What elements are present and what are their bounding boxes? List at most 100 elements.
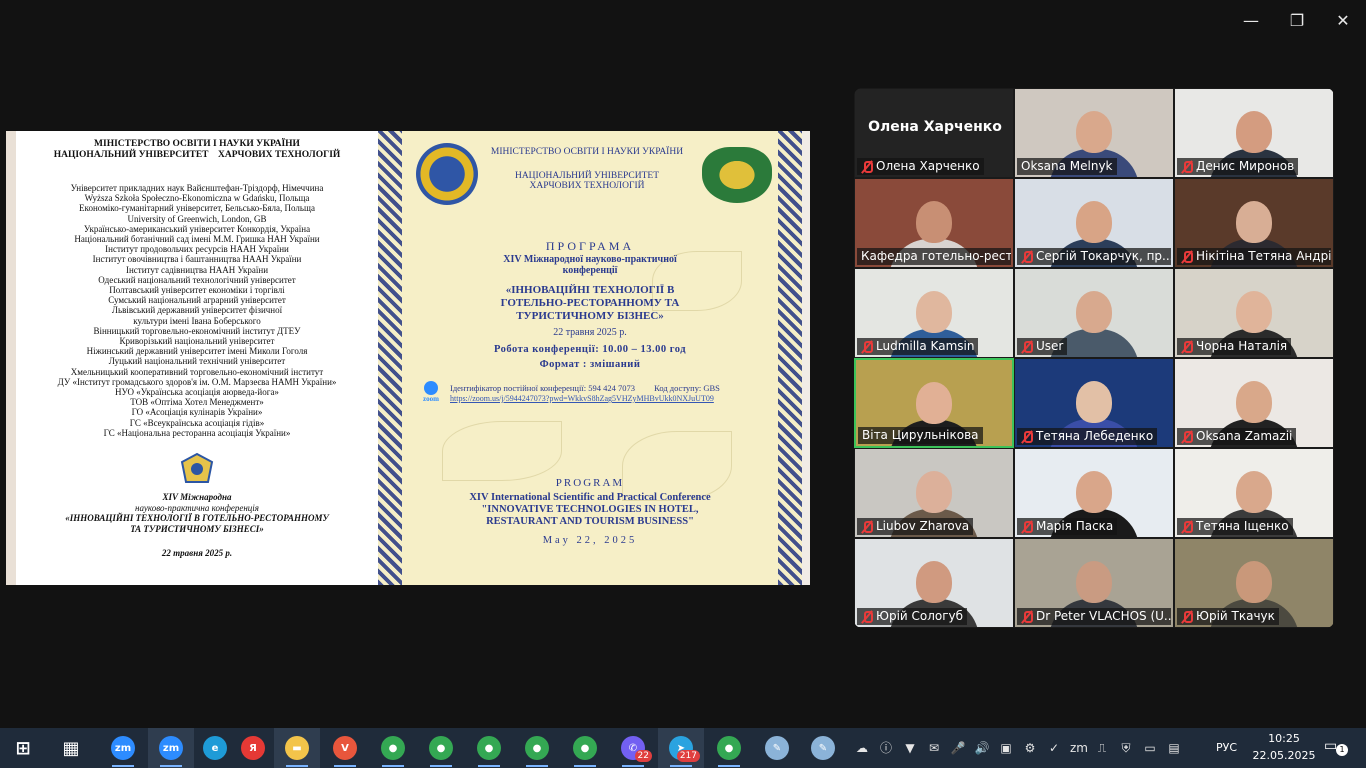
partner-item: Національний ботанічний сад імені М.М. Г…	[74, 234, 320, 245]
taskbar-chrome-4-icon[interactable]: ●	[514, 728, 560, 768]
taskbar-yandex-icon[interactable]: Я	[230, 728, 276, 768]
taskbar-chrome-6-icon[interactable]: ●	[706, 728, 752, 768]
partner-item: Економіко-гуманітарний університет, Бель…	[79, 203, 315, 214]
tray-icon[interactable]: ⓘ	[878, 740, 894, 756]
taskbar-paint-1-icon[interactable]: ✎	[754, 728, 800, 768]
notification-center-icon[interactable]: ▭ 1	[1324, 738, 1348, 758]
taskbar-telegram-icon[interactable]: ➤ 217	[658, 728, 704, 768]
right-ministry: МІНІСТЕРСТВО ОСВІТИ І НАУКИ УКРАЇНИ	[490, 147, 684, 157]
shared-screen: МІНІСТЕРСТВО ОСВІТИ І НАУКИ УКРАЇНИ НАЦІ…	[6, 131, 810, 585]
taskbar-chrome-1-icon[interactable]: ●	[370, 728, 416, 768]
zoom-logo-label: zoom	[423, 395, 439, 403]
tray-icon[interactable]: ⚙	[1022, 740, 1038, 756]
tray-icon[interactable]: ▣	[998, 740, 1014, 756]
participant-tile[interactable]: User	[1014, 268, 1174, 358]
program-en-date: May 22, 2025	[542, 535, 638, 546]
participant-name: Віта Цирульнікова	[862, 428, 979, 442]
tray-icon[interactable]: ▭	[1142, 740, 1158, 756]
restore-button[interactable]: ❐	[1274, 0, 1320, 40]
taskbar-zoom-2-icon[interactable]: zm	[148, 728, 194, 768]
participant-tile[interactable]: Oksana Melnyk	[1014, 88, 1174, 178]
participant-name: Dr Peter VLACHOS (U...	[1036, 609, 1171, 623]
participant-tile[interactable]: Олена Харченко Олена Харченко	[854, 88, 1014, 178]
tray-icon[interactable]: ✉	[926, 740, 942, 756]
taskbar-paint-1-glyph: ✎	[765, 736, 789, 760]
participant-tile[interactable]: Кафедра готельно-рест...	[854, 178, 1014, 268]
participant-tile[interactable]: Dr Peter VLACHOS (U...	[1014, 538, 1174, 628]
participant-head	[916, 561, 952, 603]
partner-item: ГС «Всеукраїнська асоціація гідів»	[129, 417, 265, 428]
taskbar-task-view-icon[interactable]: ▦	[48, 728, 94, 768]
participant-name: Марія Паска	[1036, 519, 1114, 533]
clock-time[interactable]: 10:25	[1252, 732, 1316, 745]
left-conf-name-1: «ІННОВАЦІЙНІ ТЕХНОЛОГІЇ В ГОТЕЛЬНО-РЕСТО…	[65, 513, 329, 524]
taskbar-start-glyph: ⊞	[15, 737, 31, 759]
participant-tile[interactable]: Денис Миронов	[1174, 88, 1334, 178]
mic-muted-icon	[861, 160, 873, 174]
participant-name-bar: Ludmilla Kamsin	[857, 338, 979, 355]
mic-muted-icon	[1021, 430, 1033, 444]
partner-item: НУО «Українська асоціація аюрведа-йога»	[115, 387, 279, 398]
partner-item: Сумський національний аграрний університ…	[108, 295, 286, 306]
left-date: 22 травня 2025 р.	[161, 548, 233, 559]
mic-muted-icon	[861, 610, 873, 624]
participant-head	[1076, 561, 1112, 603]
participant-tile[interactable]: Тетяна Лебеденко	[1014, 358, 1174, 448]
tray-icon[interactable]: ⛨	[1118, 740, 1134, 756]
participant-tile[interactable]: Юрій Ткачук	[1174, 538, 1334, 628]
participant-tile[interactable]: Чорна Наталія	[1174, 268, 1334, 358]
partner-item: ГО «Асоціація кулінарів України»	[131, 407, 263, 418]
partner-item: ГС «Національна ресторанна асоціація Укр…	[103, 427, 291, 438]
participant-tile[interactable]: Віта Цирульнікова	[854, 358, 1014, 448]
tray-icon[interactable]: 🎤	[950, 740, 966, 756]
close-button[interactable]: ✕	[1320, 0, 1366, 40]
zoom-link[interactable]: https://zoom.us/j/5944247073?pwd=WkkvS8h…	[450, 394, 780, 403]
tray-icon[interactable]: ▤	[1166, 740, 1182, 756]
taskbar-chrome-5-icon[interactable]: ●	[562, 728, 608, 768]
slide-left-page: МІНІСТЕРСТВО ОСВІТИ І НАУКИ УКРАЇНИ НАЦІ…	[6, 131, 378, 585]
participant-head	[1076, 471, 1112, 513]
participant-name: User	[1036, 339, 1064, 353]
partner-item: Інститут садівництва НААН України	[125, 264, 269, 275]
taskbar-chrome-4-glyph: ●	[525, 736, 549, 760]
participant-name: Сергій Токарчук, пр...	[1036, 249, 1171, 263]
language-indicator[interactable]: РУС	[1216, 741, 1237, 754]
tray-icon[interactable]: ⎍	[1094, 740, 1110, 756]
taskbar-chrome-2-icon[interactable]: ●	[418, 728, 464, 768]
taskbar-chrome-3-icon[interactable]: ●	[466, 728, 512, 768]
participant-name-bar: Liubov Zharova	[857, 518, 974, 535]
zoom-logo-icon: zoom	[418, 381, 444, 405]
participant-name-bar: Віта Цирульнікова	[858, 427, 983, 444]
taskbar-zoom-1-icon[interactable]: zm	[100, 728, 146, 768]
minimize-button[interactable]: —	[1228, 0, 1274, 40]
mic-muted-icon	[1021, 610, 1033, 624]
taskbar-paint-2-icon[interactable]: ✎	[800, 728, 846, 768]
participant-tile[interactable]: Сергій Токарчук, пр...	[1014, 178, 1174, 268]
tray-icon[interactable]: 🔊	[974, 740, 990, 756]
taskbar-start-icon[interactable]: ⊞	[0, 728, 46, 768]
tray-icon[interactable]: zm	[1070, 740, 1088, 756]
conference-name-line-1: «ІННОВАЦІЙНІ ТЕХНОЛОГІЇ В	[505, 284, 675, 296]
partner-item: культури імені Івана Боберського	[133, 315, 261, 326]
tray-icon[interactable]: ☁	[854, 740, 870, 756]
ornament-border-left	[378, 131, 402, 585]
taskbar-vivaldi-icon[interactable]: V	[322, 728, 368, 768]
participant-tile[interactable]: Тетяна Іщенко	[1174, 448, 1334, 538]
participant-head	[1236, 291, 1272, 333]
taskbar-viber-icon[interactable]: ✆ 22	[610, 728, 656, 768]
unread-badge: 22	[634, 750, 652, 762]
participant-tile[interactable]: Нікітіна Тетяна Андрі...	[1174, 178, 1334, 268]
tray-icon[interactable]: ▼	[902, 740, 918, 756]
participant-tile[interactable]: Oksana Zamazii	[1174, 358, 1334, 448]
mic-muted-icon	[861, 520, 873, 534]
participant-tile[interactable]: Ludmilla Kamsin	[854, 268, 1014, 358]
taskbar-explorer-icon[interactable]: ▬	[274, 728, 320, 768]
program-subtitle-line-2: конференції	[562, 265, 618, 276]
participant-tile[interactable]: Юрій Сологуб	[854, 538, 1014, 628]
tray-icon[interactable]: ✓	[1046, 740, 1062, 756]
conference-name-line-2: ГОТЕЛЬНО-РЕСТОРАННОМУ ТА	[500, 297, 680, 309]
clock-date[interactable]: 22.05.2025	[1252, 749, 1316, 762]
participant-tile[interactable]: Liubov Zharova	[854, 448, 1014, 538]
university-logo	[702, 147, 772, 203]
participant-tile[interactable]: Марія Паска	[1014, 448, 1174, 538]
